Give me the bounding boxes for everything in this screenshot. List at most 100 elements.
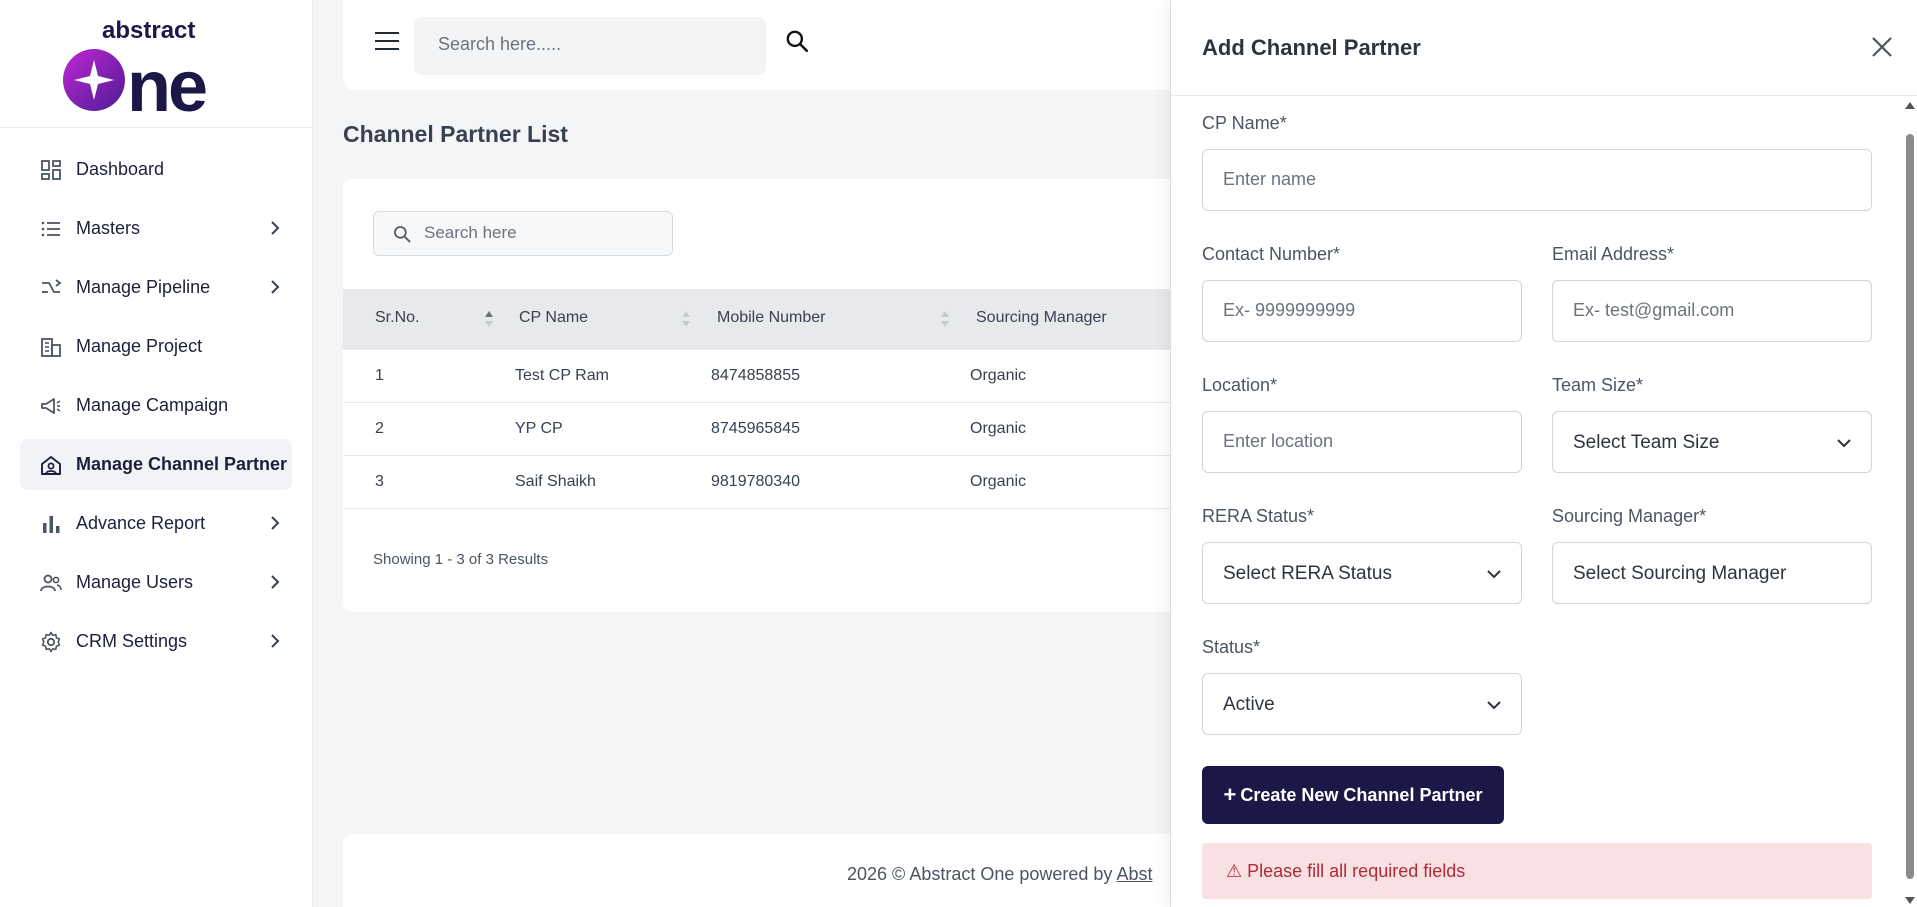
scroll-down-arrow[interactable] xyxy=(1905,897,1915,904)
chevron-right-icon[interactable] xyxy=(266,219,284,237)
table-cell: Test CP Ram xyxy=(515,367,609,384)
drawer-scrollbar[interactable] xyxy=(1901,96,1917,907)
status-select[interactable]: Active xyxy=(1202,673,1522,735)
table-cell: Organic xyxy=(970,367,1027,384)
column-header-sourcing-manager[interactable]: Sourcing Manager xyxy=(976,309,1107,327)
cp-name-input[interactable] xyxy=(1223,169,1791,190)
sidebar-item-label: CRM Settings xyxy=(76,631,188,651)
contact-number-field[interactable] xyxy=(1202,280,1522,342)
sidebar-item-label: Manage Pipeline xyxy=(76,277,211,297)
global-search-input[interactable] xyxy=(438,34,698,55)
pipeline-icon xyxy=(38,275,64,301)
sidebar-item-manage-project[interactable]: Manage Project xyxy=(20,321,292,372)
sidebar-item-manage-users[interactable]: Manage Users xyxy=(20,557,292,608)
svg-text:ne: ne xyxy=(127,47,206,116)
location-field[interactable] xyxy=(1202,411,1522,473)
sort-icon[interactable] xyxy=(940,309,950,329)
chevron-down-icon xyxy=(1837,439,1851,448)
chevron-right-icon[interactable] xyxy=(266,632,284,650)
search-icon[interactable] xyxy=(784,28,810,54)
rera-status-select[interactable]: Select RERA Status xyxy=(1202,542,1522,604)
sidebar-nav: Dashboard Masters Manage Pipeline Manage Pr… xyxy=(0,128,312,667)
team-size-value: Select Team Size xyxy=(1573,432,1720,453)
chart-icon xyxy=(38,511,64,537)
sidebar-item-masters[interactable]: Masters xyxy=(20,203,292,254)
brand-logo[interactable]: abstract ne xyxy=(0,0,312,128)
list-search-input[interactable] xyxy=(424,223,654,243)
column-header-sr-no[interactable]: Sr.No. xyxy=(375,309,419,327)
pagination-summary: Showing 1 - 3 of 3 Results xyxy=(373,551,549,568)
sourcing-manager-select[interactable]: Select Sourcing Manager xyxy=(1552,542,1872,604)
close-icon[interactable] xyxy=(1871,36,1893,58)
global-search[interactable] xyxy=(414,17,809,75)
abstract-one-logo: abstract ne xyxy=(63,17,209,116)
validation-error-alert: ⚠ Please fill all required fields xyxy=(1202,843,1872,899)
sidebar-item-advance-report[interactable]: Advance Report xyxy=(20,498,292,549)
search-icon xyxy=(394,226,411,243)
rera-status-value: Select RERA Status xyxy=(1223,563,1392,584)
logo-word-top: abstract xyxy=(102,17,195,44)
table-cell: 8745965845 xyxy=(711,420,800,437)
footer-text: 2026 © Abstract One powered by Abst xyxy=(847,864,1152,885)
create-channel-partner-button[interactable]: + Create New Channel Partner xyxy=(1202,766,1504,824)
cp-name-field[interactable] xyxy=(1202,149,1872,211)
rera-status-label: RERA Status* xyxy=(1202,506,1315,526)
page-title: Channel Partner List xyxy=(343,121,568,147)
sort-icon[interactable] xyxy=(681,309,691,329)
menu-toggle-icon[interactable] xyxy=(375,32,399,54)
scroll-up-arrow[interactable] xyxy=(1905,102,1915,109)
table-cell: 3 xyxy=(375,473,384,490)
add-channel-partner-drawer: Add Channel Partner CP Name* Contact Num… xyxy=(1170,0,1917,907)
chevron-right-icon[interactable] xyxy=(266,514,284,532)
sidebar-item-label: Manage Campaign xyxy=(76,395,229,415)
sidebar-item-manage-pipeline[interactable]: Manage Pipeline xyxy=(20,262,292,313)
sort-icon[interactable] xyxy=(484,309,494,329)
chevron-right-icon[interactable] xyxy=(266,278,284,296)
sidebar-item-label: Manage Project xyxy=(76,336,203,356)
location-input[interactable] xyxy=(1223,431,1494,452)
email-input[interactable] xyxy=(1573,300,1844,321)
sourcing-manager-label: Sourcing Manager* xyxy=(1552,506,1707,526)
sidebar-item-crm-settings[interactable]: CRM Settings xyxy=(20,616,292,667)
sidebar-item-dashboard[interactable]: Dashboard xyxy=(20,144,292,195)
sidebar-item-label: Dashboard xyxy=(76,159,165,179)
sidebar-item-manage-channel-partner[interactable]: Manage Channel Partner xyxy=(20,439,292,490)
building-icon xyxy=(38,334,64,360)
table-cell: Organic xyxy=(970,473,1027,490)
table-cell: 1 xyxy=(375,367,384,384)
plus-icon: + xyxy=(1223,782,1237,807)
location-label: Location* xyxy=(1202,375,1278,395)
dashboard-icon xyxy=(38,157,64,183)
team-size-select[interactable]: Select Team Size xyxy=(1552,411,1872,473)
megaphone-icon xyxy=(38,393,64,419)
footer-copyright: 2026 © Abstract One powered by xyxy=(847,864,1117,884)
table-cell: 9819780340 xyxy=(711,473,800,490)
sidebar-item-label: Manage Users xyxy=(76,572,194,592)
email-label: Email Address* xyxy=(1552,244,1675,264)
contact-number-input[interactable] xyxy=(1223,300,1494,321)
table-cell: 2 xyxy=(375,420,384,437)
list-search[interactable] xyxy=(373,211,673,256)
chevron-right-icon[interactable] xyxy=(266,573,284,591)
sidebar: abstract ne Dashboard Masters Manage Pipel… xyxy=(0,0,313,907)
sidebar-item-label: Masters xyxy=(76,218,141,238)
chevron-down-icon xyxy=(1487,701,1501,710)
sidebar-item-label: Advance Report xyxy=(76,513,206,533)
cp-name-label: CP Name* xyxy=(1202,113,1287,133)
contact-number-label: Contact Number* xyxy=(1202,244,1341,264)
column-header-cp-name[interactable]: CP Name xyxy=(519,309,588,327)
column-header-mobile[interactable]: Mobile Number xyxy=(717,309,825,327)
footer-link[interactable]: Abst xyxy=(1116,864,1152,884)
create-button-label: Create New Channel Partner xyxy=(1240,784,1483,805)
table-cell: YP CP xyxy=(515,420,563,437)
list-icon xyxy=(38,216,64,242)
status-value: Active xyxy=(1223,694,1275,715)
table-cell: 8474858855 xyxy=(711,367,800,384)
sidebar-item-manage-campaign[interactable]: Manage Campaign xyxy=(20,380,292,431)
validation-error-text: ⚠ Please fill all required fields xyxy=(1226,861,1466,881)
sourcing-manager-value: Select Sourcing Manager xyxy=(1573,563,1787,584)
status-label: Status* xyxy=(1202,637,1261,657)
email-field[interactable] xyxy=(1552,280,1872,342)
partner-icon xyxy=(38,452,64,478)
scroll-thumb[interactable] xyxy=(1906,134,1914,879)
